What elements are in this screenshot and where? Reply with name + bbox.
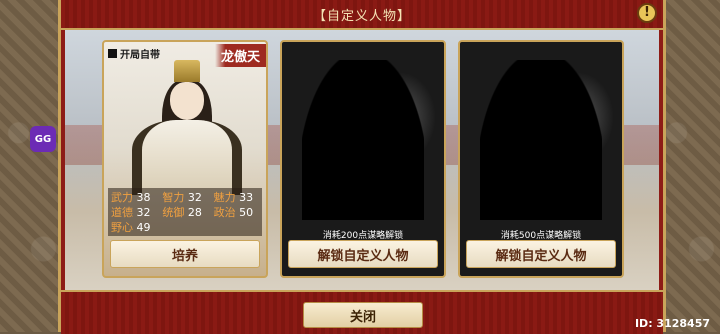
warning-icon[interactable]: ! (637, 3, 657, 23)
stat-row: 道德 32 统御 28 政治 50 (111, 205, 259, 220)
hero-portrait (132, 60, 242, 195)
checkbox-icon (108, 49, 117, 58)
left-side-panel (0, 0, 62, 332)
game-guardian-icon[interactable]: GG (30, 126, 56, 152)
dialog-title: 【自定义人物】 (312, 8, 411, 24)
player-id: ID: 3128457 (634, 317, 710, 330)
custom-character-dialog: 【自定义人物】 ! 开局自带 龙傲天 武力 38 智力 32 魅力 33 道德 … (58, 0, 666, 334)
locked-card-2: 消耗500点谋略解锁 解锁自定义人物 (458, 40, 624, 278)
unlock-button-2[interactable]: 解锁自定义人物 (466, 240, 616, 268)
close-button[interactable]: 关闭 (303, 302, 423, 328)
dialog-titlebar: 【自定义人物】 ! (61, 0, 663, 30)
unlock-button-1[interactable]: 解锁自定义人物 (288, 240, 438, 268)
train-button[interactable]: 培养 (110, 240, 260, 268)
stat-row: 武力 38 智力 32 魅力 33 (111, 190, 259, 205)
portrait-crown (174, 60, 200, 82)
portrait-robe (132, 120, 242, 195)
portrait-face (170, 82, 204, 120)
stat-yexin: 野心 49 (111, 221, 151, 234)
dialog-content: 开局自带 龙傲天 武力 38 智力 32 魅力 33 道德 32 统御 28 政… (65, 30, 659, 290)
stat-wuli: 武力 38 (111, 191, 151, 204)
starter-tag: 开局自带 (108, 46, 160, 61)
starter-tag-label: 开局自带 (120, 50, 160, 61)
stat-zhili: 智力 32 (162, 191, 202, 204)
stat-zhengzhi: 政治 50 (213, 206, 254, 219)
right-side-panel (658, 0, 720, 332)
stat-row: 野心 49 (111, 220, 259, 235)
locked-card-1: 消耗200点谋略解锁 解锁自定义人物 (280, 40, 446, 278)
hero-card: 开局自带 龙傲天 武力 38 智力 32 魅力 33 道德 32 统御 28 政… (102, 40, 268, 278)
stat-tongyu: 统御 28 (162, 206, 202, 219)
stat-meili: 魅力 33 (213, 191, 254, 204)
locked-silhouette (480, 60, 602, 220)
stat-daode: 道德 32 (111, 206, 151, 219)
locked-silhouette (302, 60, 424, 220)
hero-stats: 武力 38 智力 32 魅力 33 道德 32 统御 28 政治 50 野心 4… (108, 188, 262, 236)
dialog-bottombar: 关闭 (61, 290, 663, 334)
